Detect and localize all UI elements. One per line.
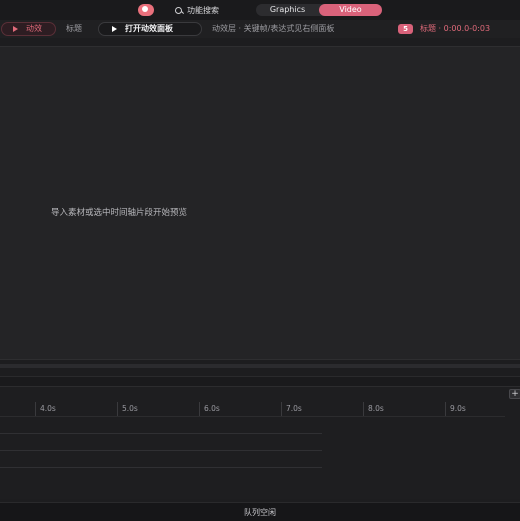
timeline-track[interactable] [0,450,322,451]
top-bar: 功能搜索 Graphics Video [0,0,520,20]
status-bar: 队列空闲 [0,502,520,521]
mode-switch: Graphics Video [256,4,382,16]
preview-area[interactable] [0,46,520,360]
effect-toggle-button[interactable]: 动效 [1,22,56,36]
play-icon [13,26,18,32]
timeline-track[interactable] [0,467,322,468]
tab-graphics[interactable]: Graphics [256,4,319,16]
tick-label: 8.0s [368,404,384,413]
time-ruler[interactable]: 4.0s 5.0s 6.0s 7.0s 8.0s 9.0s [0,402,505,417]
ruler-tick: 4.0s [35,402,56,416]
timeline-track[interactable] [0,433,322,434]
play-icon [112,26,117,32]
tick-label: 4.0s [40,404,56,413]
toolbar: 动效 标题 打开动效面板 动效层 · 关键帧/表达式见右侧面板 5 标题 · 0… [0,20,520,38]
count-badge: 5 [398,24,413,34]
preview-empty-hint: 导入素材或选中时间轴片段开始预览 [51,208,188,218]
open-effect-panel-button[interactable]: 打开动效面板 [98,22,202,36]
tick-label: 7.0s [286,404,302,413]
ruler-tick: 7.0s [281,402,302,416]
feature-search-button[interactable]: 功能搜索 [175,3,219,17]
search-icon [175,6,182,14]
feature-search-label: 功能搜索 [187,5,219,15]
tab-video[interactable]: Video [319,4,382,16]
tick-label: 6.0s [204,404,220,413]
clip-time-range: 标题 · 0:00.0-0:03 [420,24,491,33]
add-track-button[interactable]: + [509,389,520,399]
timeline-toolbar [0,376,520,386]
effect-label: 动效 [26,24,42,33]
queue-status-text: 队列空闲 [244,508,276,517]
open-effect-panel-label: 打开动效面板 [125,24,173,33]
ruler-tick: 5.0s [117,402,138,416]
tick-label: 9.0s [450,404,466,413]
tick-label: 5.0s [122,404,138,413]
ruler-tick: 8.0s [363,402,384,416]
panel-resize-handle[interactable] [0,364,520,368]
title-label[interactable]: 标题 [66,22,82,36]
ruler-tick: 6.0s [199,402,220,416]
app-logo-icon[interactable] [138,4,154,16]
ruler-tick: 9.0s [445,402,466,416]
effect-layer-hint: 动效层 · 关键帧/表达式见右侧面板 [212,24,335,33]
